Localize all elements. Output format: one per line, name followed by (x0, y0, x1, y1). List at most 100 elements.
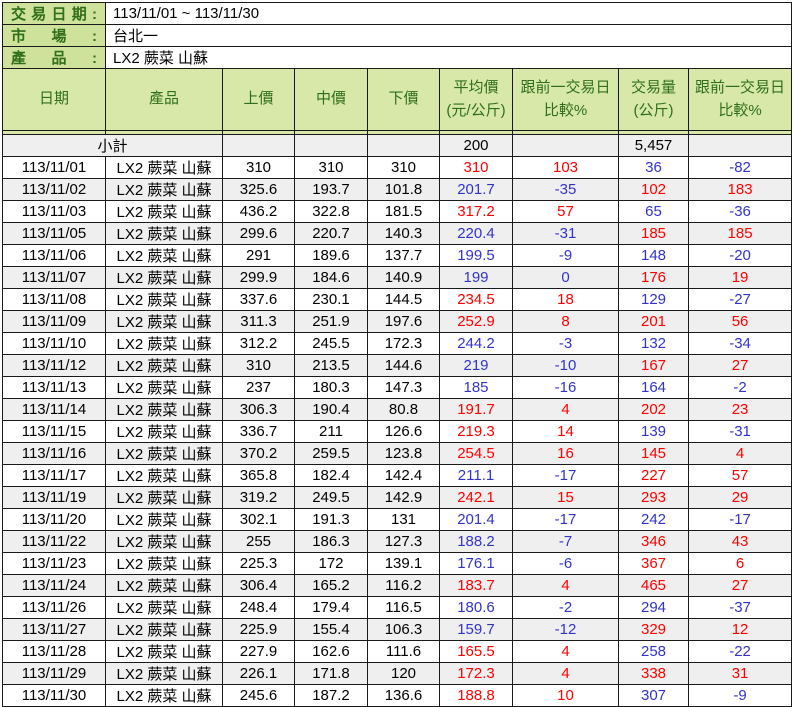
col-header-middle-price: 中價 (294, 68, 368, 131)
cell-vol: 293 (618, 486, 689, 509)
cell-vol: 176 (618, 266, 689, 289)
cell-chg1: -35 (512, 178, 619, 201)
col-header-avg-price: 平均價 (元/公斤) (439, 68, 513, 131)
cell-middle: 189.6 (294, 244, 368, 267)
cell-product: LX2 蕨菜 山蘇 (105, 420, 223, 443)
cell-vol: 338 (618, 662, 689, 685)
cell-chg2: -82 (687, 156, 793, 179)
col-header-price-change: 跟前一交易日 比較% (512, 68, 619, 131)
cell-chg1: -2 (512, 596, 619, 619)
col-header-date: 日期 (2, 68, 106, 131)
cell-chg1: -31 (512, 222, 619, 245)
cell-lower: 131 (367, 508, 440, 531)
table-row: 113/11/22 LX2 蕨菜 山蘇 255 186.3 127.3 188.2 -7 34… (2, 530, 793, 553)
cell-upper: 248.4 (222, 596, 295, 619)
cell-chg1: -16 (512, 376, 619, 399)
cell-vol: 185 (618, 222, 689, 245)
cell-vol: 329 (618, 618, 689, 641)
cell-upper: 336.7 (222, 420, 295, 443)
cell-chg1: 4 (512, 398, 619, 421)
cell-date: 113/11/10 (2, 332, 106, 355)
cell-product: LX2 蕨菜 山蘇 (105, 222, 223, 245)
cell-chg2: 56 (687, 310, 793, 333)
cell-chg1: -6 (512, 552, 619, 575)
cell-vol: 367 (618, 552, 689, 575)
cell-date: 113/11/29 (2, 662, 106, 685)
subtotal-price-change (512, 134, 619, 157)
info-section: 交易日期: 113/11/01 ~ 113/11/30 市場: 台北一 產品: … (2, 2, 793, 69)
table-row: 113/11/29 LX2 蕨菜 山蘇 226.1 171.8 120 172.3 4 338… (2, 662, 793, 685)
cell-upper: 370.2 (222, 442, 295, 465)
cell-middle: 172 (294, 552, 368, 575)
col-header-product: 產品 (105, 68, 223, 131)
cell-vol: 164 (618, 376, 689, 399)
cell-vol: 227 (618, 464, 689, 487)
cell-avg: 234.5 (439, 288, 513, 311)
cell-product: LX2 蕨菜 山蘇 (105, 684, 223, 707)
cell-upper: 291 (222, 244, 295, 267)
cell-date: 113/11/28 (2, 640, 106, 663)
cell-chg2: -9 (687, 684, 793, 707)
cell-chg2: 43 (687, 530, 793, 553)
cell-chg2: 6 (687, 552, 793, 575)
cell-upper: 227.9 (222, 640, 295, 663)
cell-chg2: -17 (687, 508, 793, 531)
table-row: 113/11/13 LX2 蕨菜 山蘇 237 180.3 147.3 185 -16 164… (2, 376, 793, 399)
cell-product: LX2 蕨菜 山蘇 (105, 618, 223, 641)
cell-lower: 136.6 (367, 684, 440, 707)
cell-chg2: -37 (687, 596, 793, 619)
cell-middle: 190.4 (294, 398, 368, 421)
cell-chg1: 4 (512, 574, 619, 597)
cell-product: LX2 蕨菜 山蘇 (105, 508, 223, 531)
cell-date: 113/11/01 (2, 156, 106, 179)
cell-middle: 165.2 (294, 574, 368, 597)
table-row: 113/11/20 LX2 蕨菜 山蘇 302.1 191.3 131 201.4 -17 2… (2, 508, 793, 531)
cell-vol: 145 (618, 442, 689, 465)
cell-chg2: 12 (687, 618, 793, 641)
info-row-trade-date: 交易日期: 113/11/01 ~ 113/11/30 (2, 2, 793, 25)
cell-date: 113/11/03 (2, 200, 106, 223)
cell-upper: 225.9 (222, 618, 295, 641)
cell-middle: 220.7 (294, 222, 368, 245)
cell-lower: 106.3 (367, 618, 440, 641)
cell-middle: 184.6 (294, 266, 368, 289)
cell-middle: 193.7 (294, 178, 368, 201)
cell-date: 113/11/14 (2, 398, 106, 421)
cell-date: 113/11/06 (2, 244, 106, 267)
cell-avg: 183.7 (439, 574, 513, 597)
info-row-product: 產品: LX2 蕨菜 山蘇 (2, 46, 793, 69)
cell-lower: 144.5 (367, 288, 440, 311)
cell-lower: 140.3 (367, 222, 440, 245)
cell-vol: 202 (618, 398, 689, 421)
cell-chg1: 16 (512, 442, 619, 465)
cell-avg: 201.7 (439, 178, 513, 201)
subtotal-avg-price: 200 (439, 134, 513, 157)
cell-avg: 317.2 (439, 200, 513, 223)
cell-middle: 187.2 (294, 684, 368, 707)
cell-middle: 213.5 (294, 354, 368, 377)
cell-upper: 311.3 (222, 310, 295, 333)
cell-middle: 155.4 (294, 618, 368, 641)
table-row: 113/11/08 LX2 蕨菜 山蘇 337.6 230.1 144.5 234.5 18… (2, 288, 793, 311)
cell-lower: 144.6 (367, 354, 440, 377)
cell-middle: 186.3 (294, 530, 368, 553)
cell-avg: 199 (439, 266, 513, 289)
cell-middle: 191.3 (294, 508, 368, 531)
cell-avg: 252.9 (439, 310, 513, 333)
cell-date: 113/11/17 (2, 464, 106, 487)
cell-chg1: 4 (512, 662, 619, 685)
cell-avg: 244.2 (439, 332, 513, 355)
cell-product: LX2 蕨菜 山蘇 (105, 354, 223, 377)
cell-upper: 225.3 (222, 552, 295, 575)
cell-lower: 126.6 (367, 420, 440, 443)
cell-chg2: 27 (687, 574, 793, 597)
cell-product: LX2 蕨菜 山蘇 (105, 640, 223, 663)
cell-upper: 245.6 (222, 684, 295, 707)
subtotal-section: 小計 200 5,457 (2, 134, 793, 157)
cell-lower: 181.5 (367, 200, 440, 223)
cell-middle: 249.5 (294, 486, 368, 509)
cell-upper: 325.6 (222, 178, 295, 201)
cell-avg: 211.1 (439, 464, 513, 487)
cell-middle: 251.9 (294, 310, 368, 333)
cell-product: LX2 蕨菜 山蘇 (105, 464, 223, 487)
